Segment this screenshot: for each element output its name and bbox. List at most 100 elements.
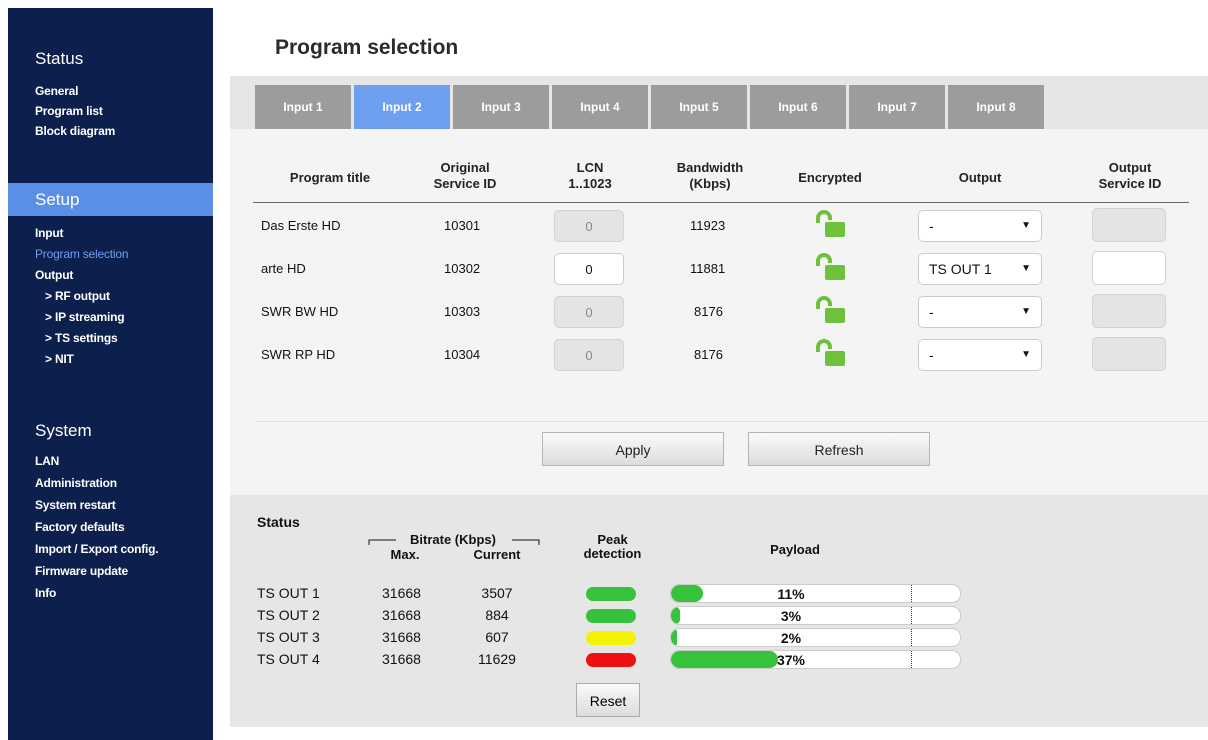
lcn-field[interactable]: 0	[554, 296, 624, 328]
current-bitrate: 11629	[478, 651, 516, 667]
header-lcn-line1: LCN	[576, 160, 604, 175]
sidebar-item-general[interactable]: General	[8, 81, 213, 101]
payload-percent: 11%	[777, 586, 805, 602]
tab-input-8[interactable]: Input 8	[948, 85, 1044, 129]
sidebar-item-input[interactable]: Input	[8, 223, 213, 244]
ts-output-name: TS OUT 2	[257, 607, 320, 623]
peak-detection-header: Peak detection	[570, 533, 655, 561]
tab-input-7[interactable]: Input 7	[849, 85, 945, 129]
reset-button[interactable]: Reset	[576, 683, 640, 717]
peak-indicator	[586, 587, 636, 601]
header-divider	[253, 202, 1189, 203]
original-service-id: 10304	[444, 347, 481, 362]
sidebar-item-output[interactable]: Output	[8, 265, 213, 286]
max-header: Max.	[390, 547, 420, 562]
max-bitrate: 31668	[382, 607, 421, 623]
tab-input-5[interactable]: Input 5	[651, 85, 747, 129]
payload-bar: 3%	[670, 606, 961, 625]
sidebar-item-nit[interactable]: > NIT	[8, 349, 213, 370]
peak-indicator	[586, 631, 636, 645]
header-original-service-id: Original Service ID	[410, 160, 520, 192]
tab-input-4[interactable]: Input 4	[552, 85, 648, 129]
output-select[interactable]: - ▼	[918, 210, 1042, 242]
ts-output-name: TS OUT 4	[257, 651, 320, 667]
header-original-line1: Original	[440, 160, 490, 175]
max-bitrate: 31668	[382, 629, 421, 645]
output-select[interactable]: TS OUT 1 ▼	[918, 253, 1042, 285]
current-bitrate: 3507	[481, 585, 513, 601]
header-bandwidth-line1: Bandwidth	[676, 160, 744, 175]
peak-header-line2: detection	[583, 546, 642, 561]
header-output-sid-line2: Service ID	[1098, 176, 1162, 191]
tab-input-1[interactable]: Input 1	[255, 85, 351, 129]
max-bitrate: 31668	[382, 651, 421, 667]
setup-section-heading: Setup	[8, 183, 213, 216]
output-service-id-field[interactable]	[1092, 337, 1166, 371]
sidebar-item-block-diagram[interactable]: Block diagram	[8, 121, 213, 141]
output-service-id-field[interactable]	[1092, 251, 1166, 285]
payload-marker	[911, 607, 912, 624]
peak-header-line1: Peak	[597, 532, 628, 547]
original-service-id: 10302	[444, 261, 481, 276]
sidebar-item-lan[interactable]: LAN	[8, 450, 213, 472]
payload-bar: 2%	[670, 628, 961, 647]
bandwidth-value: 8176	[694, 304, 723, 319]
sidebar-item-info[interactable]: Info	[8, 582, 213, 604]
sidebar: Status General Program list Block diagra…	[8, 8, 213, 740]
output-service-id-field[interactable]	[1092, 294, 1166, 328]
sidebar-item-ts-settings[interactable]: > TS settings	[8, 328, 213, 349]
sidebar-item-rf-output[interactable]: > RF output	[8, 286, 213, 307]
peak-indicator	[586, 609, 636, 623]
output-service-id-field[interactable]	[1092, 208, 1166, 242]
header-bandwidth: Bandwidth (Kbps)	[655, 160, 765, 192]
refresh-button[interactable]: Refresh	[748, 432, 930, 466]
bandwidth-value: 8176	[694, 347, 723, 362]
payload-bar: 11%	[670, 584, 961, 603]
sidebar-item-program-list[interactable]: Program list	[8, 101, 213, 121]
caret-down-icon: ▼	[1021, 349, 1031, 360]
payload-marker	[911, 585, 912, 602]
tab-input-6[interactable]: Input 6	[750, 85, 846, 129]
header-output-sid-line1: Output	[1108, 160, 1152, 175]
output-select-value: TS OUT 1	[929, 261, 992, 277]
payload-marker	[911, 629, 912, 646]
lcn-field[interactable]: 0	[554, 210, 624, 242]
sidebar-item-program-selection[interactable]: Program selection	[8, 244, 213, 265]
bandwidth-value: 11881	[690, 261, 726, 276]
caret-down-icon: ▼	[1021, 263, 1031, 274]
divider	[255, 421, 1208, 422]
header-output: Output	[958, 170, 1002, 185]
current-bitrate: 607	[485, 629, 509, 645]
caret-down-icon: ▼	[1021, 220, 1031, 231]
unlocked-padlock-icon	[816, 253, 845, 280]
sidebar-item-system-restart[interactable]: System restart	[8, 494, 213, 516]
output-select[interactable]: - ▼	[918, 339, 1042, 371]
tab-input-3[interactable]: Input 3	[453, 85, 549, 129]
lcn-field[interactable]: 0	[554, 253, 624, 285]
sidebar-item-ip-streaming[interactable]: > IP streaming	[8, 307, 213, 328]
sidebar-item-firmware-update[interactable]: Firmware update	[8, 560, 213, 582]
bandwidth-value: 11923	[690, 218, 726, 233]
bitrate-header: Bitrate (Kbps)	[410, 532, 496, 547]
output-select[interactable]: - ▼	[918, 296, 1042, 328]
sidebar-item-administration[interactable]: Administration	[8, 472, 213, 494]
payload-header: Payload	[770, 542, 820, 557]
status-section-heading: Status	[35, 49, 84, 68]
program-title: SWR RP HD	[261, 347, 336, 362]
lcn-field[interactable]: 0	[554, 339, 624, 371]
program-title: SWR BW HD	[261, 304, 339, 319]
sidebar-item-factory-defaults[interactable]: Factory defaults	[8, 516, 213, 538]
header-lcn: LCN 1..1023	[545, 160, 635, 192]
header-program-title: Program title	[289, 170, 371, 185]
sidebar-item-import-export[interactable]: Import / Export config.	[8, 538, 213, 560]
payload-bar: 37%	[670, 650, 961, 669]
tab-input-2[interactable]: Input 2	[354, 85, 450, 129]
apply-button[interactable]: Apply	[542, 432, 724, 466]
output-select-value: -	[929, 304, 934, 320]
peak-indicator	[586, 653, 636, 667]
input-tab-bar: Input 1 Input 2 Input 3 Input 4 Input 5 …	[230, 76, 1208, 129]
main-content: Program selection Input 1 Input 2 Input …	[230, 8, 1208, 740]
output-select-value: -	[929, 347, 934, 363]
caret-down-icon: ▼	[1021, 306, 1031, 317]
output-select-value: -	[929, 218, 934, 234]
